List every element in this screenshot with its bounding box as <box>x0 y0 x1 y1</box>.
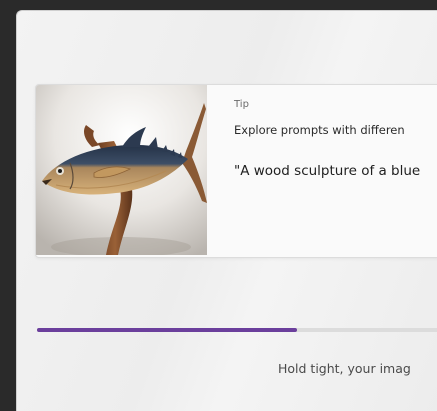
progress-bar-fill <box>37 328 297 332</box>
progress-bar <box>37 328 437 332</box>
tip-heading: Explore prompts with differen <box>234 123 405 137</box>
tip-card: Tip Explore prompts with differen "A woo… <box>35 84 437 258</box>
status-message: Hold tight, your imag <box>278 361 411 376</box>
image-generation-panel: Tip Explore prompts with differen "A woo… <box>16 10 437 411</box>
tip-example-image <box>36 85 207 255</box>
tip-example-prompt: "A wood sculpture of a blue <box>234 163 421 179</box>
tip-label: Tip <box>234 99 249 110</box>
